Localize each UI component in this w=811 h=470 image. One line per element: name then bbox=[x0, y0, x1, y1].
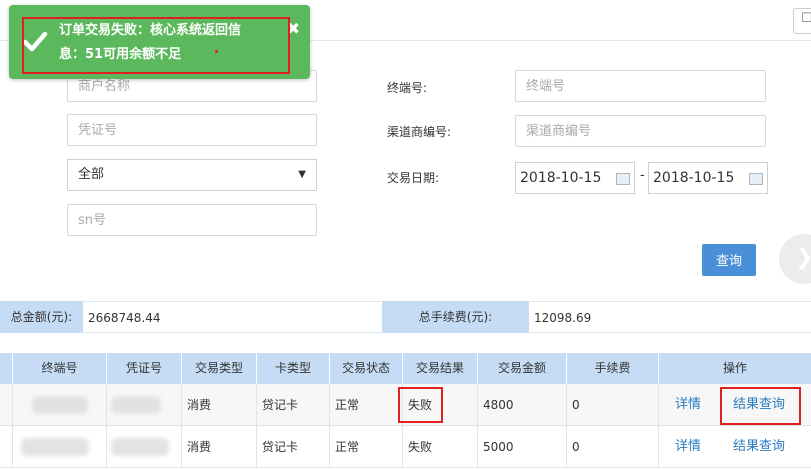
cell-voucher bbox=[107, 384, 182, 426]
calendar-icon[interactable] bbox=[749, 173, 763, 185]
blurred-voucher bbox=[111, 438, 169, 456]
error-toast: 订单交易失败：核心系统返回信 息：51可用余额不足 ✖ bbox=[9, 5, 310, 79]
cell-fee: 0 bbox=[567, 426, 659, 468]
header-txn-type: 交易类型 bbox=[182, 353, 257, 384]
header-amount: 交易金额 bbox=[478, 353, 567, 384]
cell-amount: 4800 bbox=[478, 384, 567, 426]
cell-voucher bbox=[107, 426, 182, 468]
highlight-box-result bbox=[398, 387, 443, 423]
blurred-terminal bbox=[32, 396, 88, 414]
highlight-box-toast bbox=[22, 17, 290, 74]
date-to-value: 2018-10-15 bbox=[653, 170, 735, 186]
total-amount-value: 2668748.44 bbox=[83, 301, 382, 333]
table-header-cell bbox=[0, 353, 13, 384]
channel-input[interactable] bbox=[515, 115, 766, 147]
cell-txn-type: 消费 bbox=[182, 426, 257, 468]
cell-terminal bbox=[13, 426, 107, 468]
date-separator: - bbox=[640, 168, 645, 183]
date-from-value: 2018-10-15 bbox=[520, 170, 602, 186]
detail-link[interactable]: 详情 bbox=[675, 384, 701, 426]
voucher-input[interactable] bbox=[67, 114, 317, 146]
total-fee-label: 总手续费(元): bbox=[382, 301, 529, 333]
header-voucher: 凭证号 bbox=[107, 353, 182, 384]
cell-card-type: 贷记卡 bbox=[257, 426, 330, 468]
header-status: 交易状态 bbox=[330, 353, 403, 384]
window-icon-button[interactable]: ☐ bbox=[793, 8, 811, 34]
next-page-button[interactable]: ❯ bbox=[779, 234, 811, 284]
sn-input[interactable] bbox=[67, 204, 317, 236]
chevron-right-icon: ❯ bbox=[795, 245, 811, 270]
cell-actions: 详情 结果查询 bbox=[659, 426, 811, 468]
total-amount-label: 总金额(元): bbox=[0, 301, 83, 333]
cell-terminal bbox=[13, 384, 107, 426]
blurred-voucher bbox=[111, 396, 161, 414]
header-actions: 操作 bbox=[659, 353, 811, 384]
detail-link[interactable]: 详情 bbox=[675, 426, 701, 468]
highlight-box-result-query bbox=[720, 387, 801, 425]
type-select[interactable]: 全部 ▼ bbox=[67, 159, 317, 191]
cell-card-type: 贷记卡 bbox=[257, 384, 330, 426]
query-button[interactable]: 查询 bbox=[702, 244, 756, 276]
window-icon: ☐ bbox=[801, 11, 811, 26]
terminal-input[interactable] bbox=[515, 70, 766, 102]
header-card-type: 卡类型 bbox=[257, 353, 330, 384]
type-select-value: 全部 bbox=[78, 167, 105, 182]
cell-result: 失败 bbox=[403, 426, 478, 468]
header-fee: 手续费 bbox=[567, 353, 659, 384]
cell-txn-type: 消费 bbox=[182, 384, 257, 426]
summary-bar: 总金额(元): 2668748.44 总手续费(元): 12098.69 bbox=[0, 301, 811, 333]
header-terminal: 终端号 bbox=[13, 353, 107, 384]
cell-fee: 0 bbox=[567, 384, 659, 426]
date-from-input[interactable]: 2018-10-15 bbox=[515, 162, 635, 194]
cell-amount: 5000 bbox=[478, 426, 567, 468]
row-gutter bbox=[0, 384, 13, 426]
date-to-input[interactable]: 2018-10-15 bbox=[648, 162, 768, 194]
cell-status: 正常 bbox=[330, 384, 403, 426]
channel-label: 渠道商编号: bbox=[387, 125, 452, 139]
row-gutter bbox=[0, 426, 13, 468]
result-query-link[interactable]: 结果查询 bbox=[733, 426, 785, 468]
cell-status: 正常 bbox=[330, 426, 403, 468]
dropdown-arrow-icon: ▼ bbox=[298, 169, 306, 180]
terminal-label: 终端号: bbox=[387, 81, 428, 95]
total-fee-value: 12098.69 bbox=[529, 301, 811, 333]
calendar-icon[interactable] bbox=[616, 173, 630, 185]
date-label: 交易日期: bbox=[387, 171, 440, 185]
header-result: 交易结果 bbox=[403, 353, 478, 384]
blurred-terminal bbox=[21, 438, 89, 456]
red-dot-mark bbox=[215, 50, 218, 53]
